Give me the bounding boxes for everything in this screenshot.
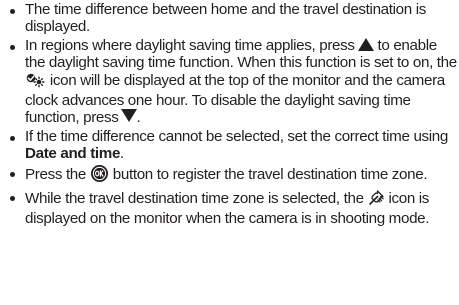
ok-button-icon: [90, 165, 109, 187]
bullet-list: The time difference between home and the…: [10, 1, 457, 228]
bullet-text: .: [136, 109, 141, 127]
bullet-item-daylight-saving: In regions where daylight saving time ap…: [10, 36, 457, 128]
bullet-text: .: [120, 145, 124, 163]
bullet-text: The time difference between home and the…: [25, 1, 426, 35]
triangle-down-icon: [120, 109, 137, 123]
bullet-dot: [10, 196, 15, 202]
bullet-text: button to register the travel destinatio…: [112, 166, 428, 184]
bullet-dot: [10, 44, 15, 50]
bullet-item-time-difference: The time difference between home and the…: [10, 1, 457, 36]
bullet-dot: [10, 172, 15, 178]
instruction-text: The time difference between home and the…: [10, 1, 457, 230]
bullet-item-set-correct-time: If the time difference cannot be selecte…: [10, 128, 457, 163]
daylight-saving-icon: [25, 72, 46, 93]
bullet-dot: [10, 136, 15, 142]
travel-destination-icon: [368, 189, 385, 211]
bullet-text: Press the: [25, 166, 87, 184]
triangle-up-icon: [357, 37, 374, 51]
date-and-time-menu-label: Date and time: [25, 145, 121, 163]
bullet-text: While the travel destination time zone i…: [25, 190, 364, 208]
bullet-text: If the time difference cannot be selecte…: [25, 128, 448, 146]
bullet-item-travel-icon: While the travel destination time zone i…: [10, 189, 457, 228]
bullet-text: icon will be displayed at the top of the…: [25, 71, 445, 127]
bullet-text: In regions where daylight saving time ap…: [25, 36, 355, 54]
bullet-item-register-zone: Press the button to register the travel …: [10, 165, 457, 187]
bullet-dot: [10, 9, 15, 14]
